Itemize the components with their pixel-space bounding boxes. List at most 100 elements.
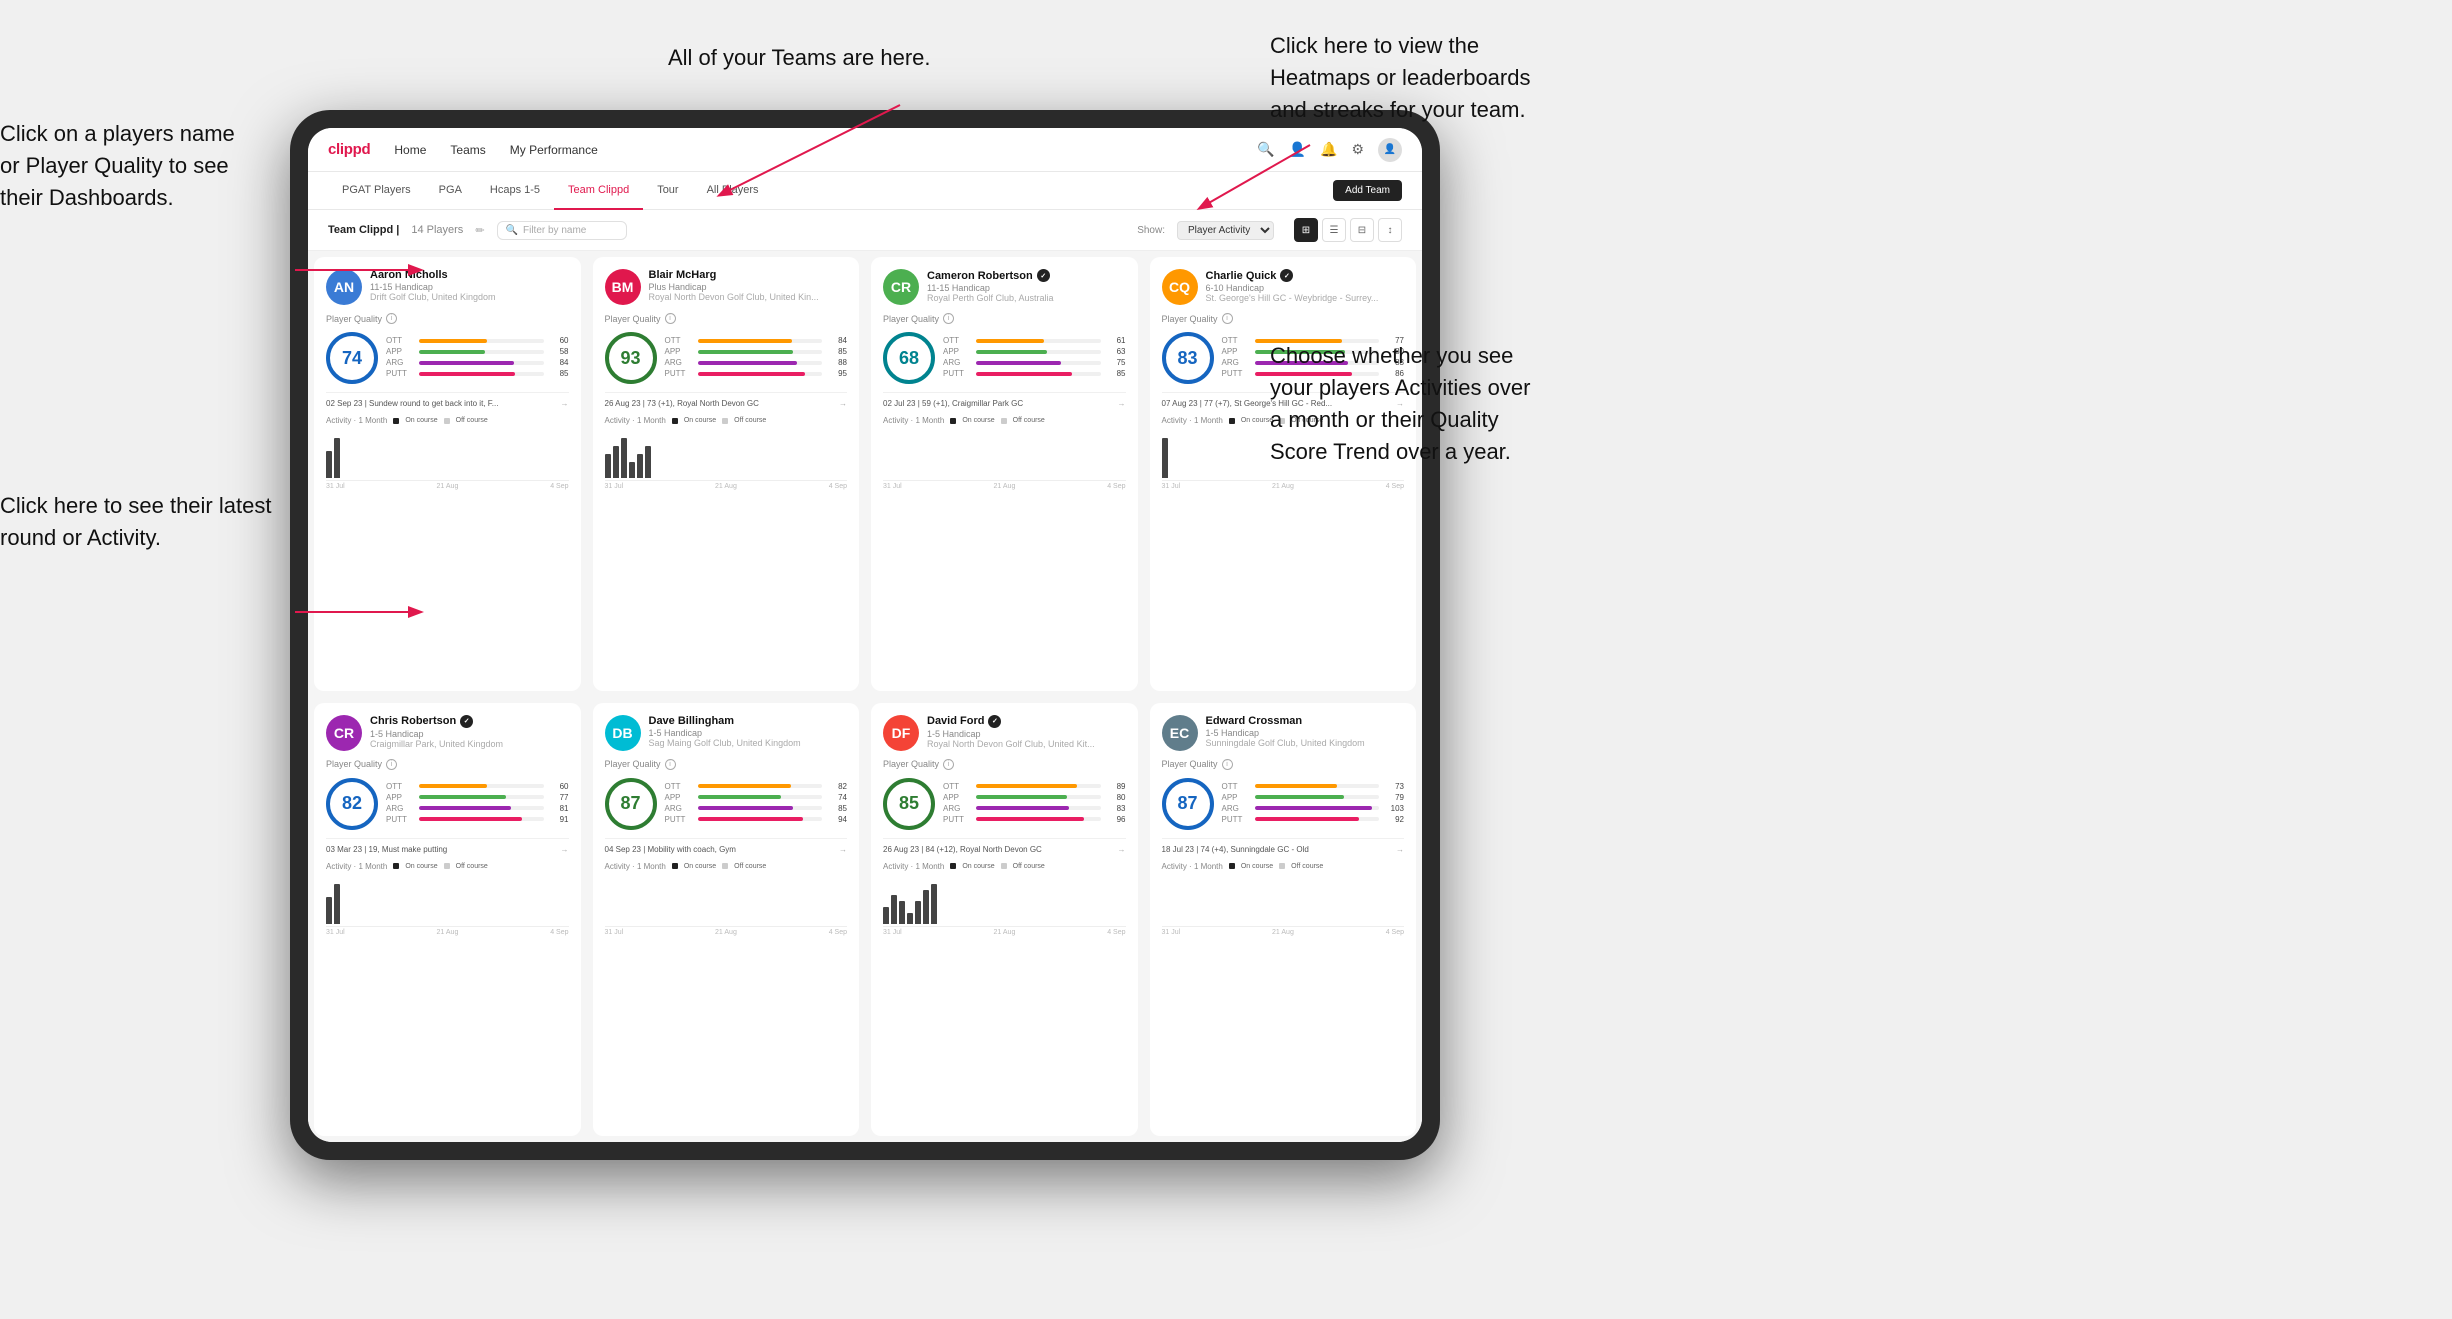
navbar-link-teams[interactable]: Teams [450, 143, 485, 157]
oncourse-legend [1229, 418, 1235, 424]
player-card[interactable]: BM Blair McHarg Plus Handicap Royal Nort… [593, 257, 860, 691]
last-round[interactable]: 26 Aug 23 | 73 (+1), Royal North Devon G… [605, 392, 848, 408]
player-name[interactable]: Chris Robertson ✓ [370, 715, 569, 728]
tab-hcaps[interactable]: Hcaps 1-5 [476, 172, 554, 210]
search-icon[interactable]: 🔍 [1257, 141, 1274, 158]
last-round[interactable]: 02 Sep 23 | Sundew round to get back int… [326, 392, 569, 408]
score-circle[interactable]: 74 [326, 332, 378, 384]
offcourse-label: Off course [1291, 863, 1323, 870]
score-circle[interactable]: 87 [1162, 778, 1214, 830]
score-circle[interactable]: 82 [326, 778, 378, 830]
tab-tour[interactable]: Tour [643, 172, 692, 210]
navbar-link-performance[interactable]: My Performance [510, 143, 598, 157]
score-circle[interactable]: 87 [605, 778, 657, 830]
quality-row[interactable]: 93 OTT 84 APP [605, 332, 848, 384]
last-round[interactable]: 03 Mar 23 | 19, Must make putting → [326, 838, 569, 854]
stat-name: PUTT [665, 369, 693, 378]
chart-date: 4 Sep [550, 483, 568, 490]
player-name[interactable]: Aaron Nicholls [370, 269, 569, 281]
chart-bar [326, 451, 332, 478]
info-icon[interactable]: i [386, 313, 397, 324]
stat-name: PUTT [665, 815, 693, 824]
add-team-button[interactable]: Add Team [1333, 180, 1402, 201]
score-circle[interactable]: 68 [883, 332, 935, 384]
stat-bar-bg [976, 339, 1101, 343]
player-name[interactable]: Edward Crossman [1206, 715, 1405, 727]
tab-pgat-players[interactable]: PGAT Players [328, 172, 425, 210]
player-card[interactable]: DF David Ford ✓ 1-5 Handicap Royal North… [871, 703, 1138, 1137]
stat-val: 79 [1384, 793, 1404, 802]
stat-val: 75 [1106, 358, 1126, 367]
chart-date: 31 Jul [326, 929, 345, 936]
stat-val: 61 [1106, 336, 1126, 345]
show-select[interactable]: Player Activity Quality Trend [1177, 221, 1274, 240]
player-card[interactable]: CQ Charlie Quick ✓ 6-10 Handicap St. Geo… [1150, 257, 1417, 691]
quality-label: Player Quality i [883, 759, 1126, 770]
info-icon[interactable]: i [1222, 313, 1233, 324]
player-name[interactable]: Dave Billingham [649, 715, 848, 727]
edit-icon[interactable]: ✏ [475, 224, 484, 237]
player-card-header: BM Blair McHarg Plus Handicap Royal Nort… [605, 269, 848, 305]
stat-row: OTT 60 [386, 782, 569, 791]
user-icon[interactable]: 👤 [1289, 141, 1306, 158]
score-circle[interactable]: 83 [1162, 332, 1214, 384]
player-card[interactable]: EC Edward Crossman 1-5 Handicap Sunningd… [1150, 703, 1417, 1137]
last-round[interactable]: 02 Jul 23 | 59 (+1), Craigmillar Park GC… [883, 392, 1126, 408]
quality-row[interactable]: 74 OTT 60 APP [326, 332, 569, 384]
score-circle[interactable]: 85 [883, 778, 935, 830]
player-name[interactable]: Charlie Quick ✓ [1206, 269, 1405, 282]
player-card[interactable]: AN Aaron Nicholls 11-15 Handicap Drift G… [314, 257, 581, 691]
oncourse-legend [950, 863, 956, 869]
info-icon[interactable]: i [665, 759, 676, 770]
stat-bar-bg [419, 339, 544, 343]
info-icon[interactable]: i [943, 313, 954, 324]
quality-row[interactable]: 68 OTT 61 APP [883, 332, 1126, 384]
info-icon[interactable]: i [1222, 759, 1233, 770]
stat-val: 103 [1384, 804, 1404, 813]
player-card[interactable]: CR Chris Robertson ✓ 1-5 Handicap Craigm… [314, 703, 581, 1137]
stat-bar-bg [1255, 795, 1380, 799]
info-icon[interactable]: i [386, 759, 397, 770]
navbar-link-home[interactable]: Home [394, 143, 426, 157]
tab-pga[interactable]: PGA [425, 172, 476, 210]
player-card-header: DB Dave Billingham 1-5 Handicap Sag Main… [605, 715, 848, 751]
chart-dates: 31 Jul21 Aug4 Sep [1162, 929, 1405, 936]
stat-bar-bg [698, 806, 823, 810]
avatar[interactable]: 👤 [1378, 138, 1402, 162]
last-round[interactable]: 26 Aug 23 | 84 (+12), Royal North Devon … [883, 838, 1126, 854]
tab-all-players[interactable]: All Players [693, 172, 773, 210]
player-name[interactable]: David Ford ✓ [927, 715, 1126, 728]
info-icon[interactable]: i [943, 759, 954, 770]
search-box[interactable]: 🔍 Filter by name [497, 221, 627, 240]
score-circle[interactable]: 93 [605, 332, 657, 384]
tab-team-clippd[interactable]: Team Clippd [554, 172, 643, 210]
stat-bar-fill [419, 806, 511, 810]
info-icon[interactable]: i [665, 313, 676, 324]
quality-row[interactable]: 87 OTT 82 APP [605, 778, 848, 830]
last-round[interactable]: 18 Jul 23 | 74 (+4), Sunningdale GC - Ol… [1162, 838, 1405, 854]
oncourse-legend [672, 418, 678, 424]
player-card[interactable]: CR Cameron Robertson ✓ 11-15 Handicap Ro… [871, 257, 1138, 691]
list-view-icon[interactable]: ☰ [1322, 218, 1346, 242]
player-name[interactable]: Cameron Robertson ✓ [927, 269, 1126, 282]
offcourse-label: Off course [734, 863, 766, 870]
player-name[interactable]: Blair McHarg [649, 269, 848, 281]
quality-row[interactable]: 87 OTT 73 APP [1162, 778, 1405, 830]
stat-bar-fill [976, 795, 1067, 799]
filter-icon[interactable]: ⊟ [1350, 218, 1374, 242]
mini-chart [326, 429, 569, 481]
last-round[interactable]: 04 Sep 23 | Mobility with coach, Gym → [605, 838, 848, 854]
stat-row: PUTT 92 [1222, 815, 1405, 824]
activity-section: Activity · 1 Month On course Off course … [883, 862, 1126, 936]
sort-icon[interactable]: ↕ [1378, 218, 1402, 242]
grid-view-icon[interactable]: ⊞ [1294, 218, 1318, 242]
quality-label: Player Quality i [326, 759, 569, 770]
quality-row[interactable]: 82 OTT 60 APP [326, 778, 569, 830]
offcourse-label: Off course [1013, 863, 1045, 870]
player-card[interactable]: DB Dave Billingham 1-5 Handicap Sag Main… [593, 703, 860, 1137]
quality-label: Player Quality i [1162, 759, 1405, 770]
settings-icon[interactable]: ⚙ [1351, 141, 1364, 158]
chart-bar [931, 884, 937, 924]
bell-icon[interactable]: 🔔 [1320, 141, 1337, 158]
quality-row[interactable]: 85 OTT 89 APP [883, 778, 1126, 830]
